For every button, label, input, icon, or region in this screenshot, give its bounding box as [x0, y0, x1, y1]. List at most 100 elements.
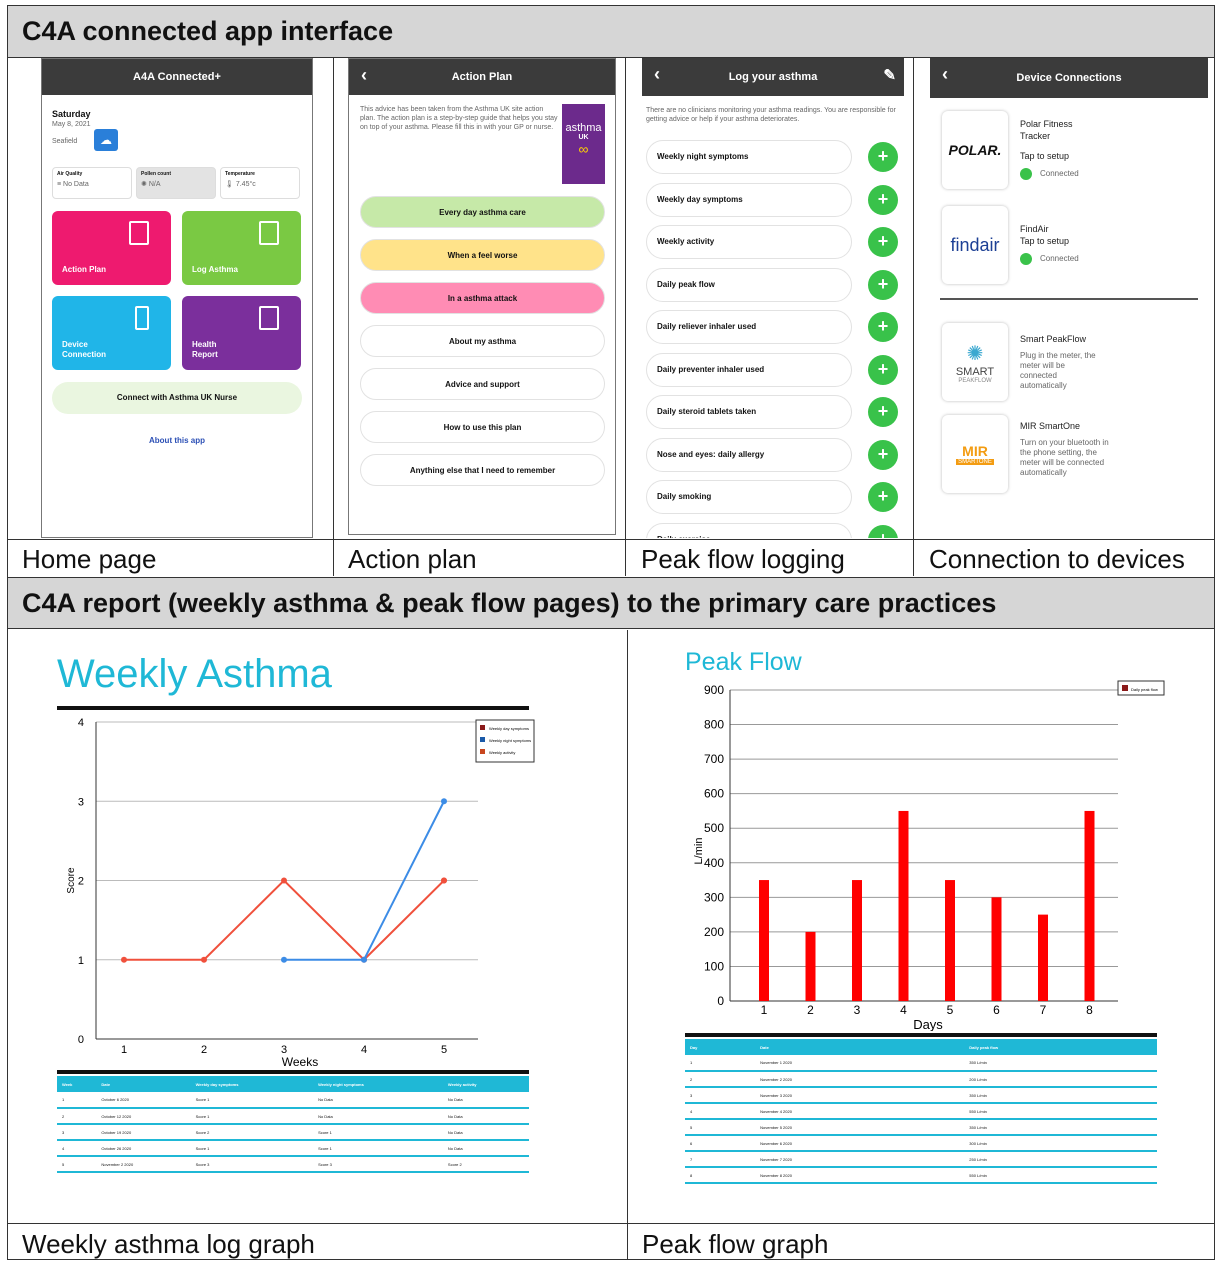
smart-logo: SMART — [955, 365, 995, 378]
log-item-row[interactable]: Daily peak flow — [646, 267, 852, 302]
table-cell: 1 — [685, 1055, 756, 1072]
add-log-plus-icon[interactable]: + — [868, 269, 898, 300]
action-item-feel-worse[interactable]: When a feel worse — [360, 239, 605, 271]
log-item-row[interactable]: Daily preventer inhaler used — [646, 352, 852, 387]
action-plan-tile[interactable]: Action Plan — [52, 211, 171, 285]
table-row: 5 November 2 2020 Score 3 Score 3 Score 2 — [57, 1156, 529, 1173]
connect-nurse-button[interactable]: Connect with Asthma UK Nurse — [52, 382, 302, 414]
log-item-row[interactable]: Daily reliever inhaler used — [646, 310, 852, 344]
legend-label: Weekly night symptoms — [489, 738, 531, 743]
weekly-asthma-table: Week Date Weekly day symptoms Weekly night … — [57, 1076, 529, 1173]
add-log-plus-icon[interactable]: + — [868, 439, 898, 470]
data-point — [281, 877, 287, 884]
y-tick-label: 500 — [704, 821, 724, 835]
peak-flow-table: Day Date Daily peak flow 1 November 1 2020 35… — [685, 1039, 1157, 1184]
table-row: 4 November 4 2020 550 L/min — [685, 1103, 1157, 1120]
y-tick-label: 0 — [78, 1034, 84, 1046]
log-item-row[interactable]: Nose and eyes: daily allergy — [646, 437, 852, 472]
add-log-plus-icon[interactable]: + — [868, 482, 898, 512]
add-log-plus-icon[interactable]: + — [868, 354, 898, 385]
back-icon[interactable]: ‹ — [654, 64, 660, 85]
device-connection-tile[interactable]: Device Connection — [52, 296, 171, 370]
action-item-about[interactable]: About my asthma — [360, 325, 605, 357]
action-item-every-day[interactable]: Every day asthma care — [360, 196, 605, 228]
findair-setup-link[interactable]: Tap to setup — [1020, 235, 1079, 247]
legend-swatch — [480, 749, 485, 754]
back-icon[interactable]: ‹ — [361, 65, 367, 86]
y-tick-label: 3 — [78, 796, 84, 808]
x-tick-label: 7 — [1040, 1003, 1047, 1017]
add-log-plus-icon[interactable]: + — [868, 312, 898, 342]
polar-setup-link[interactable]: Tap to setup — [1020, 150, 1090, 162]
action-item-advice[interactable]: Advice and support — [360, 368, 605, 400]
y-tick-label: 200 — [704, 925, 724, 939]
table-header-cell: Weekly activity — [442, 1076, 529, 1092]
table-header-cell: Day — [685, 1039, 756, 1055]
findair-device-card[interactable]: findair — [942, 206, 1008, 284]
smart-peakflow-device-card[interactable]: ✺ SMART PEAKFLOW — [942, 323, 1008, 401]
action-item-anything-else[interactable]: Anything else that I need to remember — [360, 454, 605, 486]
x-tick-label: 1 — [121, 1044, 127, 1056]
devices-title: Device Connections — [1016, 72, 1122, 84]
y-tick-label: 700 — [704, 752, 724, 766]
home-title-bar: A4A Connected+ — [42, 59, 312, 95]
log-item-row[interactable]: Weekly night symptoms — [646, 140, 852, 174]
table-cell: 1 — [57, 1092, 97, 1109]
log-asthma-tile[interactable]: Log Asthma — [182, 211, 301, 285]
table-cell: November 2 2020 — [755, 1071, 965, 1088]
y-tick-label: 2 — [78, 876, 84, 888]
table-row: 6 November 6 2020 300 L/min — [685, 1135, 1157, 1152]
table-cell: 350 L/min — [964, 1055, 1157, 1072]
table-cell: November 2 2020 — [96, 1156, 191, 1173]
table-cell: 3 — [57, 1124, 97, 1141]
smart-peakflow-info: Smart PeakFlow Plug in the meter, the me… — [1020, 333, 1100, 391]
log-item-row[interactable]: Weekly day symptoms — [646, 182, 852, 217]
table-cell: 5 — [57, 1156, 97, 1173]
add-log-plus-icon[interactable]: + — [868, 227, 898, 257]
add-log-plus-icon[interactable]: + — [868, 184, 898, 215]
metric-temperature: Temperature 🌡 7.45°c — [220, 167, 300, 199]
table-cell: November 3 2020 — [755, 1087, 965, 1104]
data-point — [441, 798, 447, 805]
table-cell: October 6 2020 — [96, 1092, 191, 1109]
action-item-attack[interactable]: In a asthma attack — [360, 282, 605, 314]
log-item-row[interactable]: Daily smoking — [646, 480, 852, 514]
data-point — [441, 877, 447, 884]
add-log-plus-icon[interactable]: + — [868, 524, 898, 538]
health-report-tile[interactable]: Health Report — [182, 296, 301, 370]
x-tick-label: 5 — [947, 1003, 954, 1017]
table-cell: 6 — [685, 1135, 756, 1152]
mir-device-card[interactable]: MIR SMARTONE — [942, 415, 1008, 493]
table-cell: No Data — [442, 1108, 529, 1125]
table-cell: 550 L/min — [964, 1167, 1157, 1184]
caption-weekly-graph: Weekly asthma log graph — [22, 1229, 315, 1259]
table-cell: 3 — [685, 1087, 756, 1104]
table-cell: No Data — [442, 1092, 529, 1109]
table-row: 3 November 3 2020 350 L/min — [685, 1087, 1157, 1104]
action-item-how-to[interactable]: How to use this plan — [360, 411, 605, 443]
polar-status: Connected — [1040, 169, 1079, 179]
edit-icon[interactable]: ✎ — [883, 66, 896, 84]
table-cell: November 8 2020 — [755, 1167, 965, 1184]
x-tick-label: 6 — [993, 1003, 1000, 1017]
table-row: 1 November 1 2020 350 L/min — [685, 1055, 1157, 1072]
table-row: 2 November 2 2020 200 L/min — [685, 1071, 1157, 1088]
x-tick-label: 4 — [361, 1044, 367, 1056]
y-tick-label: 4 — [78, 717, 84, 729]
table-row: 7 November 7 2020 250 L/min — [685, 1151, 1157, 1168]
table-row: 5 November 5 2020 350 L/min — [685, 1119, 1157, 1136]
add-log-plus-icon[interactable]: + — [868, 397, 898, 427]
about-app-link[interactable]: About this app — [42, 436, 312, 445]
polar-device-name: Polar Fitness Tracker — [1020, 119, 1073, 141]
log-item-row[interactable]: Daily exercise — [646, 522, 852, 538]
smart-peakflow-desc: Plug in the meter, the meter will be con… — [1020, 351, 1096, 390]
peak-flow-chart: 0 100 200 300 400 500 600 700 800 900 1 2 3 4 5 6 7 8 Days… — [693, 680, 1165, 1031]
bar — [1038, 914, 1048, 1001]
log-item-row[interactable]: Weekly activity — [646, 225, 852, 259]
log-item-row[interactable]: Daily steroid tablets taken — [646, 395, 852, 429]
back-icon[interactable]: ‹ — [942, 64, 948, 85]
polar-device-card[interactable]: POLAR. — [942, 111, 1008, 189]
add-log-plus-icon[interactable]: + — [868, 142, 898, 172]
divider — [8, 539, 1214, 540]
log-title-bar: ‹ Log your asthma ✎ — [642, 58, 904, 96]
